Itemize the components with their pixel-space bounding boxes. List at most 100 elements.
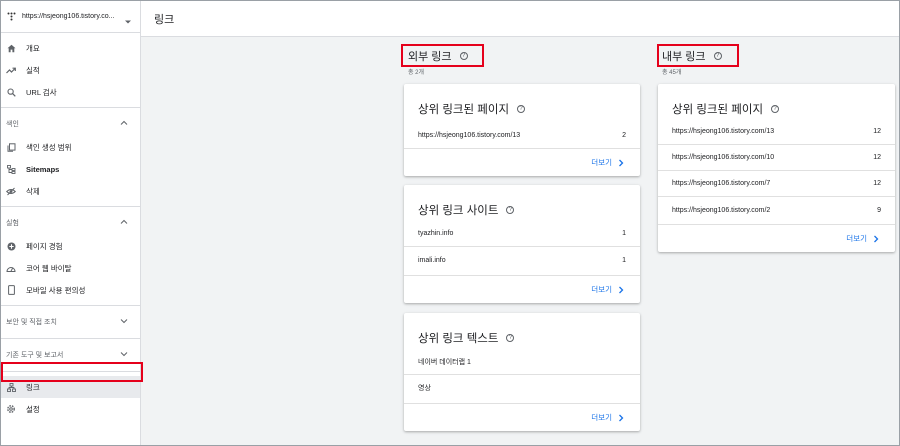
- section-label: 실험: [6, 220, 19, 227]
- sidebar-item-page-experience[interactable]: 페이지 경험: [1, 235, 140, 257]
- sidebar-item-sitemaps[interactable]: Sitemaps: [1, 158, 140, 180]
- more-label: 더보기: [591, 158, 612, 167]
- card-title: 상위 링크된 페이지: [672, 103, 764, 116]
- eye-off-icon: [6, 186, 16, 196]
- divider: [1, 305, 140, 306]
- row-value: 12: [873, 128, 881, 135]
- row-label: https://hsjeong106.tistory.com/10: [672, 154, 775, 161]
- row-label: https://hsjeong106.tistory.com/13: [672, 128, 775, 135]
- more-label: 더보기: [846, 234, 867, 243]
- table-row[interactable]: https://hsjeong106.tistory.com/2 9: [658, 197, 895, 223]
- chevron-up-icon: [120, 219, 128, 227]
- sidebar-item-mobile-usability[interactable]: 모바일 사용 편의성: [1, 279, 140, 301]
- sidebar-item-performance[interactable]: 실적: [1, 59, 140, 81]
- row-value: 9: [877, 206, 881, 214]
- sitemap-icon: [6, 164, 16, 174]
- section-header-experience[interactable]: 실험: [1, 211, 140, 235]
- copy-icon: [6, 142, 16, 152]
- home-icon: [6, 43, 16, 53]
- sidebar-item-core-web-vitals[interactable]: 코어 웹 바이탈: [1, 257, 140, 279]
- table-row[interactable]: imali.info 1: [404, 247, 640, 273]
- help-icon[interactable]: ?: [506, 205, 515, 214]
- internal-links-total: 총 45개: [662, 70, 682, 76]
- dropdown-arrow-icon: [124, 13, 132, 23]
- more-button[interactable]: 더보기: [591, 284, 624, 295]
- highlight-box-links: [1, 362, 143, 382]
- speed-icon: [6, 263, 16, 273]
- sidebar-item-label: 실적: [26, 65, 40, 75]
- sidebar-item-removals[interactable]: 삭제: [1, 180, 140, 202]
- sidebar-item-label: 색인 생성 범위: [26, 142, 72, 152]
- more-button[interactable]: 더보기: [591, 157, 624, 168]
- section-header-index[interactable]: 색인: [1, 112, 140, 136]
- chevron-down-icon: [120, 351, 128, 359]
- row-label: https://hsjeong106.tistory.com/7: [672, 180, 771, 187]
- more-label: 더보기: [591, 413, 612, 422]
- row-label: imali.info: [418, 256, 446, 264]
- row-label: 네이버 데이터랩 1: [418, 358, 471, 366]
- section-header-security[interactable]: 보안 및 직접 조치: [1, 310, 140, 334]
- chevron-right-icon: [618, 286, 624, 294]
- table-row[interactable]: https://hsjeong106.tistory.com/13 2: [404, 122, 640, 148]
- sidebar-item-label: Sitemaps: [26, 164, 60, 174]
- page-header: 링크: [141, 1, 899, 37]
- sidebar-item-url-inspection[interactable]: URL 검사: [1, 81, 140, 103]
- card-title: 상위 링크 사이트: [418, 204, 499, 217]
- table-row[interactable]: https://hsjeong106.tistory.com/13 12: [658, 119, 895, 145]
- tistory-logo-icon: [6, 12, 16, 22]
- sidebar-item-label: 페이지 경험: [26, 241, 63, 251]
- row-value: 12: [873, 154, 881, 161]
- sidebar-item-label: 개요: [26, 43, 40, 53]
- trending-up-icon: [6, 65, 16, 75]
- card-title: 상위 링크된 페이지: [418, 103, 510, 116]
- row-value: 1: [622, 256, 626, 264]
- table-row[interactable]: https://hsjeong106.tistory.com/7 12: [658, 171, 895, 197]
- row-value: 12: [873, 180, 881, 187]
- sidebar-item-label: 모바일 사용 편의성: [26, 285, 86, 295]
- divider: [1, 107, 140, 108]
- divider: [1, 338, 140, 339]
- search-icon: [6, 87, 16, 97]
- more-button[interactable]: 더보기: [591, 412, 624, 423]
- row-label: https://hsjeong106.tistory.com/13: [418, 131, 521, 139]
- card-external-top-linking-sites: 상위 링크 사이트 ? tyazhin.info 1 imali.info 1 …: [404, 185, 640, 303]
- help-icon[interactable]: ?: [771, 104, 780, 113]
- sidebar-item-overview[interactable]: 개요: [1, 37, 140, 59]
- external-links-total: 총 2개: [408, 70, 425, 76]
- row-value: 1: [622, 230, 626, 237]
- page-title: 링크: [154, 13, 175, 26]
- row-label: 영상: [418, 385, 431, 392]
- divider: [1, 206, 140, 207]
- more-button[interactable]: 더보기: [846, 233, 879, 244]
- card-external-top-linking-text: 상위 링크 텍스트 ? 네이버 데이터랩 1 영상 더보기: [404, 313, 640, 431]
- sidebar-item-label: 링크: [26, 382, 40, 392]
- card-external-top-linked-pages: 상위 링크된 페이지 ? https://hsjeong106.tistory.…: [404, 84, 640, 176]
- section-label: 색인: [6, 121, 19, 128]
- sidebar-item-label: 설정: [26, 404, 40, 414]
- property-url: https://hsjeong106.tistory.co...: [22, 13, 115, 20]
- chevron-right-icon: [618, 414, 624, 422]
- help-icon[interactable]: ?: [517, 104, 526, 113]
- highlight-box-internal: [657, 44, 739, 67]
- sidebar-item-settings[interactable]: 설정: [1, 398, 140, 420]
- table-row[interactable]: 네이버 데이터랩 1: [404, 349, 640, 375]
- property-selector[interactable]: https://hsjeong106.tistory.co...: [1, 1, 140, 33]
- chevron-right-icon: [618, 159, 624, 167]
- gear-icon: [6, 404, 16, 414]
- sidebar-item-coverage[interactable]: 색인 생성 범위: [1, 136, 140, 158]
- row-value: 2: [622, 131, 626, 139]
- chevron-down-icon: [120, 318, 128, 326]
- sidebar-item-label: 삭제: [26, 186, 40, 196]
- help-icon[interactable]: ?: [506, 333, 515, 342]
- row-label: https://hsjeong106.tistory.com/2: [672, 206, 771, 214]
- sidebar-item-label: 코어 웹 바이탈: [26, 263, 72, 273]
- phone-icon: [6, 285, 16, 295]
- table-row[interactable]: https://hsjeong106.tistory.com/10 12: [658, 145, 895, 171]
- links-tree-icon: [6, 382, 16, 392]
- table-row[interactable]: tyazhin.info 1: [404, 221, 640, 247]
- row-label: tyazhin.info: [418, 230, 454, 237]
- card-internal-top-linked-pages: 상위 링크된 페이지 ? https://hsjeong106.tistory.…: [658, 84, 895, 252]
- card-title: 상위 링크 텍스트: [418, 332, 499, 345]
- section-label: 기존 도구 및 보고서: [6, 352, 64, 359]
- table-row[interactable]: 영상: [404, 375, 640, 401]
